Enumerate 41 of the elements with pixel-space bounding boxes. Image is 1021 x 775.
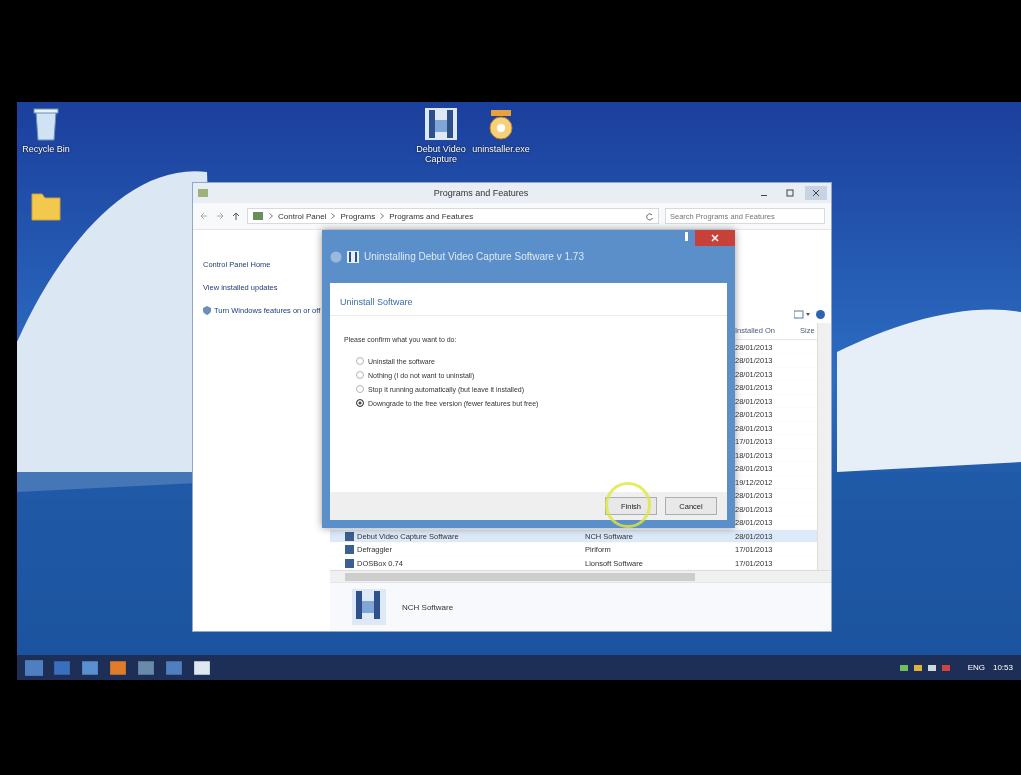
close-button[interactable] xyxy=(805,186,827,200)
film-app-icon xyxy=(347,250,359,263)
breadcrumb-item[interactable]: Programs xyxy=(340,211,376,221)
radio-button[interactable] xyxy=(356,357,364,365)
close-icon xyxy=(812,189,820,197)
desktop-icon-label[interactable]: uninstaller.exe xyxy=(472,144,530,154)
dialog-heading: Uninstall Software xyxy=(330,283,727,316)
dialog-title: Uninstalling Debut Video Capture Software v 1.73 xyxy=(364,251,584,262)
taskbar-app-icon[interactable] xyxy=(193,659,211,676)
film-app-icon[interactable] xyxy=(423,106,459,142)
maximize-icon xyxy=(786,189,794,197)
radio-button[interactable] xyxy=(356,399,364,407)
start-icon[interactable] xyxy=(25,659,43,676)
desktop-icon-label[interactable]: Recycle Bin xyxy=(22,144,70,154)
breadcrumb-item[interactable]: Control Panel xyxy=(278,211,327,221)
view-options-icon[interactable] xyxy=(794,309,810,319)
radio-button[interactable] xyxy=(356,385,364,393)
film-app-icon xyxy=(350,587,386,628)
control-panel-icon xyxy=(252,211,264,221)
vertical-scrollbar[interactable] xyxy=(817,322,831,571)
radio-button[interactable] xyxy=(356,371,364,379)
details-publisher: NCH Software xyxy=(402,602,454,612)
taskbar-app-icon[interactable] xyxy=(109,659,127,676)
breadcrumb-item[interactable]: Programs and Features xyxy=(389,211,474,221)
chevron-right-icon xyxy=(269,213,273,219)
click-highlight-ring xyxy=(605,482,651,528)
clock[interactable]: 10:53 xyxy=(992,663,1013,672)
chevron-right-icon xyxy=(331,213,336,219)
refresh-icon[interactable] xyxy=(645,211,654,221)
shield-icon xyxy=(203,306,211,315)
up-icon[interactable] xyxy=(231,211,241,221)
forward-icon[interactable] xyxy=(215,211,225,221)
window-title: Programs and Features xyxy=(432,188,530,198)
scrollbar-thumb[interactable] xyxy=(345,572,695,581)
address-bar[interactable]: Control Panel Programs Programs and Features xyxy=(247,208,659,224)
back-icon[interactable] xyxy=(199,211,209,221)
language-indicator[interactable]: ENG xyxy=(967,663,985,672)
window-app-icon xyxy=(197,187,209,199)
close-icon xyxy=(711,233,719,242)
desktop-icon-label[interactable]: Debut Video Capture xyxy=(412,144,470,164)
chevron-right-icon xyxy=(380,213,385,219)
